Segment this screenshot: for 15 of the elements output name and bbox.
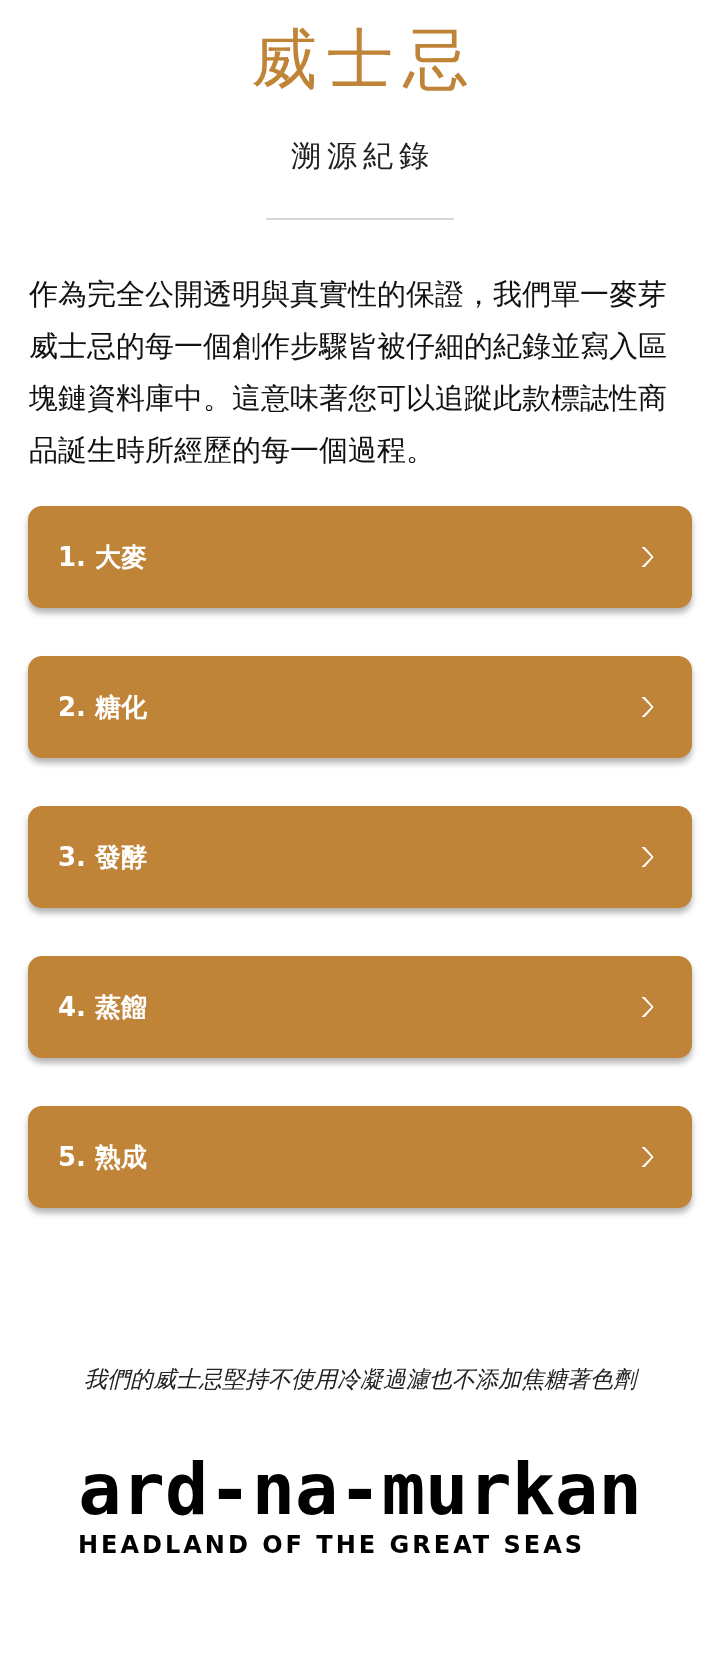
chevron-right-icon xyxy=(640,1146,654,1168)
step-button[interactable]: 2. 糖化 xyxy=(28,656,692,758)
page-subtitle: 溯源紀錄 xyxy=(290,137,435,175)
chevron-right-icon xyxy=(640,846,654,868)
step-button[interactable]: 5. 熟成 xyxy=(28,1106,692,1208)
brand-logo: ard-na-murkan xyxy=(78,1447,642,1531)
chevron-right-icon xyxy=(640,996,654,1018)
step-button[interactable]: 1. 大麥 xyxy=(28,506,692,608)
step-button[interactable]: 4. 蒸餾 xyxy=(28,956,692,1058)
step-button[interactable]: 3. 發酵 xyxy=(28,806,692,908)
chevron-right-icon xyxy=(640,546,654,568)
page-title: 威士忌 xyxy=(250,24,479,96)
intro-paragraph: 作為完全公開透明與真實性的保證，我們單一麥芽威士忌的每一個創作步驟皆被仔細的紀錄並寫入區塊鏈資料庫中。這意味著您可以追蹤此款標誌性商品誕生時所經歷的每一個過程。 xyxy=(29,276,668,469)
brand-tagline: HEADLAND OF THE GREAT SEAS xyxy=(78,1531,586,1559)
chevron-right-icon xyxy=(640,696,654,718)
